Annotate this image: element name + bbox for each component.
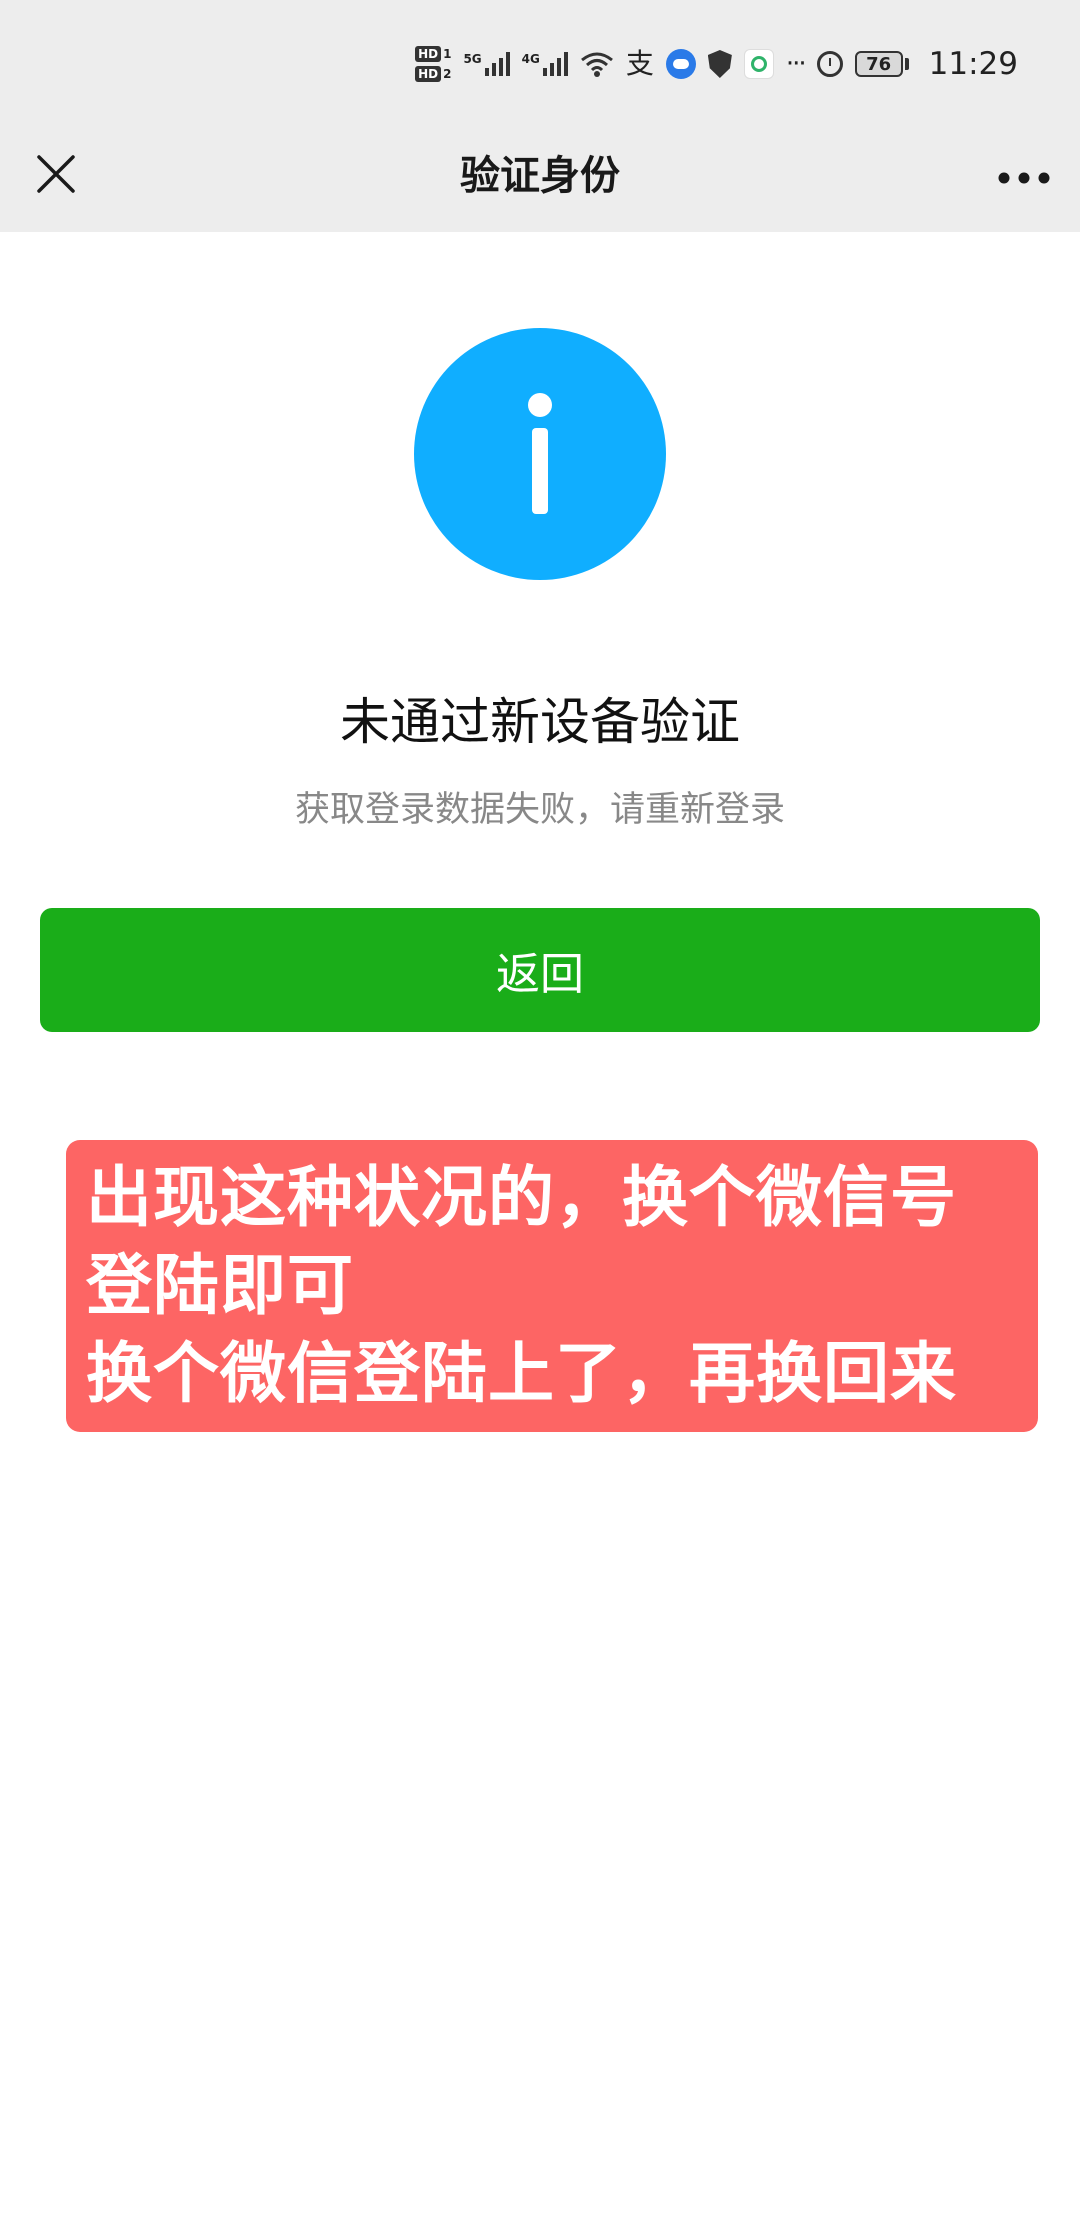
shield-icon bbox=[707, 50, 732, 78]
sim1-network-label: 5G bbox=[463, 52, 482, 66]
status-bar: HD 1 HD 2 5G 4G 支 ··· 76 11:29 bbox=[0, 0, 1080, 120]
hd2-label: HD bbox=[415, 66, 442, 82]
result-description: 获取登录数据失败，请重新登录 bbox=[294, 790, 785, 830]
annotation-line-2: 登陆即可 bbox=[86, 1247, 354, 1324]
close-button[interactable] bbox=[24, 142, 88, 206]
annotation-line-3: 换个微信登陆上了，再换回来 bbox=[86, 1335, 957, 1412]
more-button[interactable] bbox=[992, 146, 1056, 210]
sim2-network-label: 4G bbox=[521, 52, 540, 66]
info-icon bbox=[414, 328, 666, 580]
battery-level: 76 bbox=[854, 51, 903, 77]
signal-4g-icon: 4G bbox=[522, 52, 568, 76]
cloud-icon bbox=[665, 49, 696, 79]
navigation-bar: 验证身份 bbox=[0, 120, 1080, 232]
hd-icon: HD 1 HD 2 bbox=[415, 46, 451, 82]
hd1-label: HD bbox=[415, 46, 442, 62]
alipay-icon: 支 bbox=[625, 47, 654, 80]
alarm-icon bbox=[816, 51, 843, 77]
more-notifications-icon: ··· bbox=[785, 49, 807, 79]
page-title: 验证身份 bbox=[460, 153, 620, 199]
annotation-line-1: 出现这种状况的，换个微信号 bbox=[86, 1159, 957, 1236]
battery-icon: 76 bbox=[854, 51, 909, 77]
china-mobile-icon bbox=[743, 49, 774, 79]
clock: 11:29 bbox=[928, 46, 1018, 82]
signal-5g-icon: 5G bbox=[463, 52, 510, 76]
result-title: 未通过新设备验证 bbox=[340, 693, 740, 751]
more-icon bbox=[998, 172, 1050, 184]
annotation-overlay: 出现这种状况的，换个微信号 登陆即可 换个微信登陆上了，再换回来 bbox=[66, 1140, 1038, 1432]
hd2-sub: 2 bbox=[443, 67, 452, 81]
status-icons: HD 1 HD 2 5G 4G 支 ··· 76 11:29 bbox=[415, 36, 1018, 92]
hd1-sub: 1 bbox=[443, 47, 452, 61]
wifi-icon bbox=[580, 52, 613, 77]
close-icon bbox=[37, 155, 75, 193]
back-button[interactable]: 返回 bbox=[40, 908, 1040, 1032]
